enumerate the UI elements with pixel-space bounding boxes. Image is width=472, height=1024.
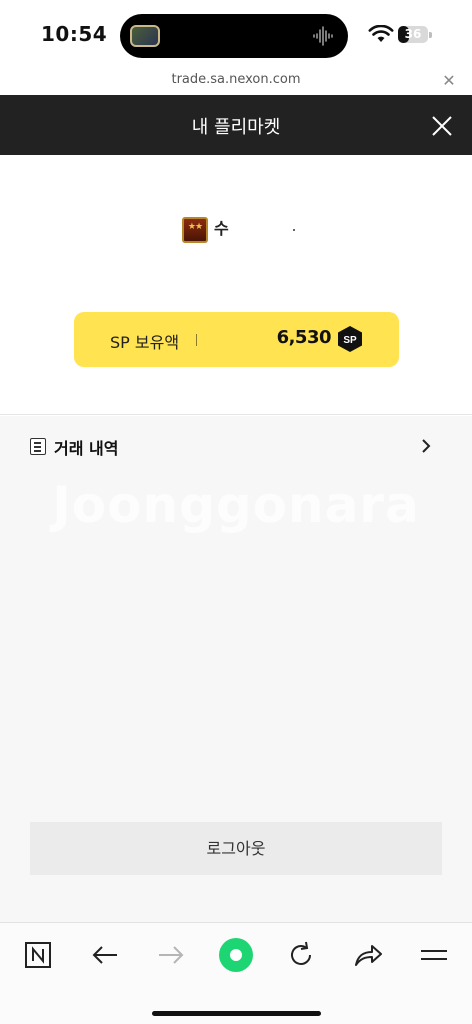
dynamic-island (120, 14, 348, 58)
back-arrow-icon[interactable] (89, 939, 121, 971)
game-app-icon (130, 25, 160, 47)
forward-arrow-icon[interactable] (155, 939, 187, 971)
wifi-icon (368, 25, 394, 42)
close-icon[interactable]: ✕ (440, 72, 458, 90)
naver-n-icon[interactable] (22, 939, 54, 971)
share-icon[interactable] (352, 939, 384, 971)
logout-button[interactable]: 로그아웃 (30, 822, 442, 875)
close-x-icon[interactable] (430, 114, 454, 138)
green-dot-icon[interactable] (218, 937, 254, 973)
refresh-icon[interactable] (285, 939, 317, 971)
divider (196, 334, 197, 346)
rank-badge-icon: ★★ (182, 217, 208, 243)
url-bar[interactable]: trade.sa.nexon.com ✕ (0, 68, 472, 95)
audio-wave-icon (313, 26, 333, 46)
sp-coin-icon: SP (338, 326, 362, 352)
sp-amount: 6,530 (276, 327, 332, 348)
home-indicator (152, 1011, 321, 1016)
nickname-dot (293, 229, 295, 231)
sp-balance-card: SP 보유액 6,530 SP (74, 312, 399, 367)
status-time: 10:54 (41, 22, 108, 46)
url-text[interactable]: trade.sa.nexon.com (0, 72, 472, 87)
status-bar: 10:54 36 (0, 0, 472, 68)
page-header: 내 플리마켓 (0, 95, 472, 155)
battery-icon: 36 (398, 26, 428, 43)
battery-nub (429, 32, 432, 38)
profile-section: ★★ 수 SP 보유액 6,530 SP (0, 155, 472, 415)
page-title: 내 플리마켓 (191, 117, 281, 138)
nickname: 수 (214, 219, 229, 238)
watermark: Joonggonara (52, 476, 420, 534)
menu-icon[interactable] (418, 939, 450, 971)
transaction-history-link[interactable]: 거래 내역 (0, 416, 472, 474)
transaction-history-label[interactable]: 거래 내역 (54, 435, 118, 459)
chevron-right-icon[interactable] (420, 438, 432, 454)
browser-toolbar (0, 922, 472, 1024)
sp-label: SP 보유액 (110, 333, 180, 352)
main-content: 거래 내역 Joonggonara 로그아웃 (0, 416, 472, 922)
battery-percent: 36 (404, 27, 422, 41)
list-document-icon (30, 438, 46, 455)
svg-text:SP: SP (343, 335, 357, 346)
